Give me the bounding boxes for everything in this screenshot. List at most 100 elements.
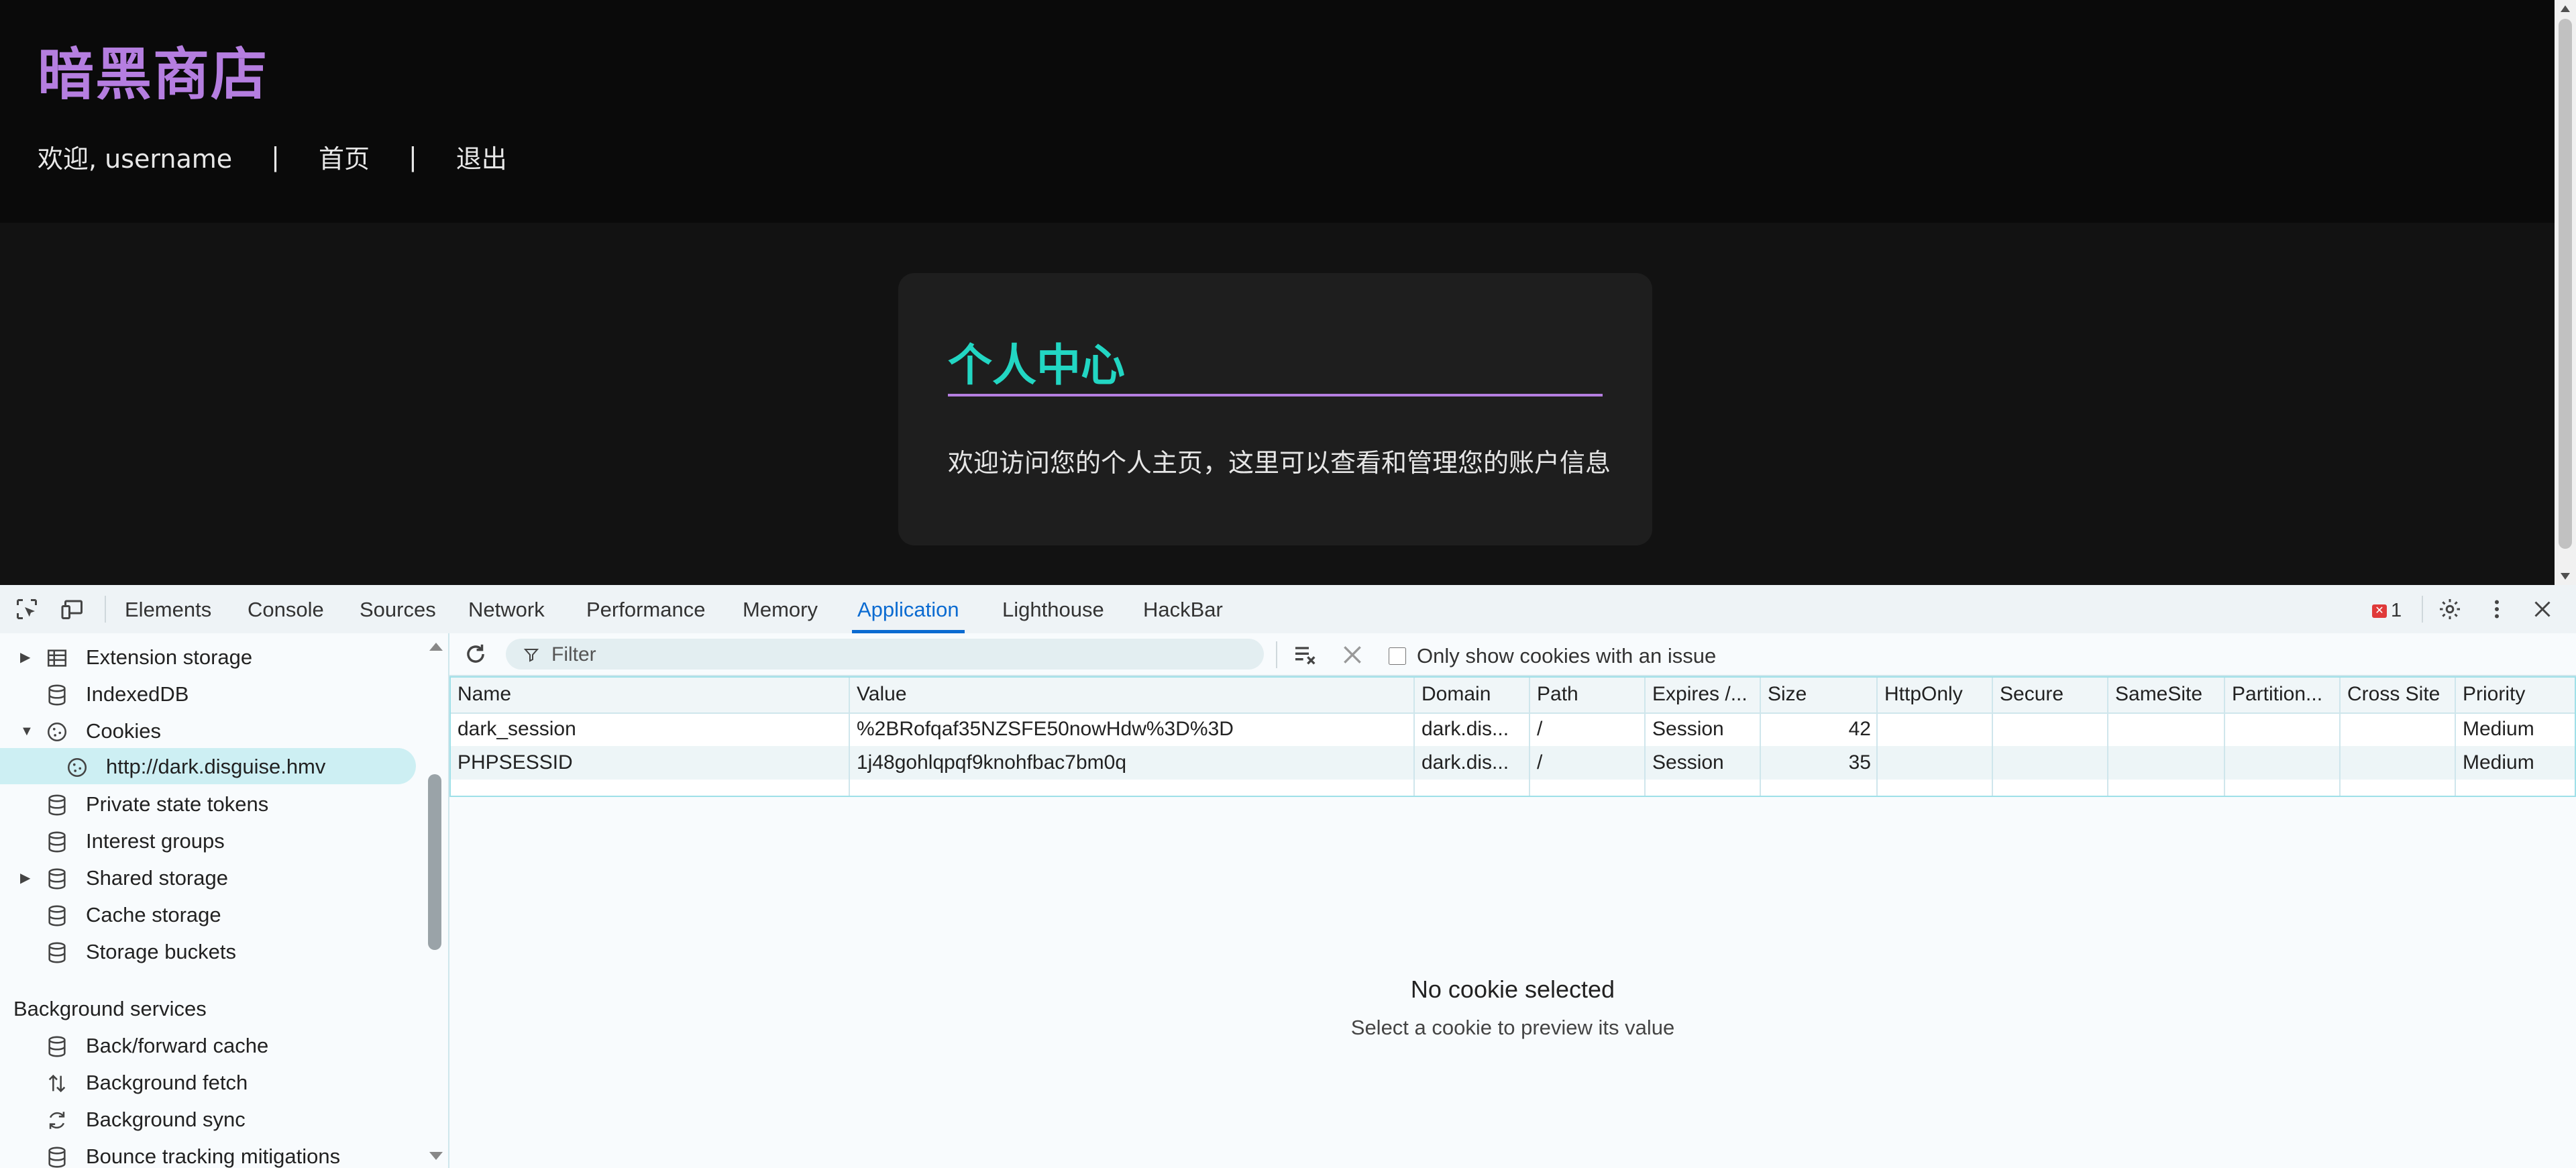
cell-partition[interactable]: [2225, 712, 2341, 746]
scrollbar-thumb[interactable]: [2559, 19, 2572, 549]
page-scrollbar[interactable]: [2555, 0, 2576, 585]
sidebar-item-bounce-tracking[interactable]: Bounce tracking mitigations: [48, 1139, 340, 1168]
cell-crosssite[interactable]: [2341, 712, 2456, 746]
cell-domain[interactable]: dark.dis...: [1415, 746, 1530, 780]
cell-samesite[interactable]: [2108, 746, 2225, 780]
column-header-name[interactable]: Name: [451, 678, 850, 711]
device-toolbar-icon[interactable]: [60, 597, 85, 621]
refresh-icon[interactable]: [463, 641, 488, 667]
sidebar-item-cookies[interactable]: ▼ Cookies: [20, 714, 161, 749]
column-header-httponly[interactable]: HttpOnly: [1878, 678, 1993, 711]
database-icon: [48, 942, 66, 963]
column-header-secure[interactable]: Secure: [1993, 678, 2108, 711]
site-title: 暗黑商店: [38, 42, 269, 107]
sidebar-item-background-sync[interactable]: Background sync: [49, 1102, 246, 1137]
close-devtools-icon[interactable]: [2530, 597, 2555, 621]
cell-name[interactable]: dark_session: [451, 712, 850, 746]
column-header-samesite[interactable]: SameSite: [2108, 678, 2225, 711]
column-header-path[interactable]: Path: [1530, 678, 1646, 711]
site-header: 暗黑商店 欢迎, username | 首页 | 退出: [0, 0, 2555, 223]
tab-hackbar[interactable]: HackBar: [1143, 585, 1223, 633]
sidebar-item-label: Back/forward cache: [86, 1034, 269, 1057]
cell-priority[interactable]: Medium: [2456, 746, 2572, 780]
column-header-partition[interactable]: Partition...: [2225, 678, 2341, 711]
column-header-expires[interactable]: Expires /...: [1646, 678, 1761, 711]
cell-httponly[interactable]: [1878, 712, 1993, 746]
cell-secure[interactable]: [1993, 712, 2108, 746]
sidebar-item-storage-buckets[interactable]: Storage buckets: [48, 935, 236, 969]
cell-httponly[interactable]: [1878, 746, 1993, 780]
tab-network[interactable]: Network: [468, 585, 545, 633]
sidebar-item-label: Background sync: [86, 1108, 246, 1131]
sidebar-item-private-state-tokens[interactable]: Private state tokens: [48, 787, 268, 822]
sidebar-item-interest-groups[interactable]: Interest groups: [48, 824, 225, 859]
scroll-up-arrow-icon[interactable]: [429, 643, 443, 651]
cell-path[interactable]: /: [1530, 746, 1646, 780]
column-header-priority[interactable]: Priority: [2456, 678, 2572, 711]
cell-value[interactable]: 1j48gohlqpqf9knohfbac7bm0q: [850, 746, 1415, 780]
column-header-domain[interactable]: Domain: [1415, 678, 1530, 711]
tab-application[interactable]: Application: [852, 585, 965, 633]
sidebar-item-cookie-origin[interactable]: http://dark.disguise.hmv: [67, 749, 325, 784]
cell-partition[interactable]: [2225, 746, 2341, 780]
clear-all-cookies-icon[interactable]: [1292, 641, 1319, 668]
cell-priority[interactable]: Medium: [2456, 712, 2572, 746]
column-header-crosssite[interactable]: Cross Site: [2341, 678, 2456, 711]
sidebar-scrollbar-thumb[interactable]: [428, 774, 441, 950]
cell-size[interactable]: 42: [1761, 712, 1878, 746]
only-issues-checkbox[interactable]: [1389, 647, 1406, 665]
scroll-up-arrow-icon[interactable]: [2561, 5, 2570, 12]
tab-lighthouse[interactable]: Lighthouse: [1002, 585, 1104, 633]
toolbar-separator: [1276, 641, 1277, 668]
cookies-toolbar: Only show cookies with an issue: [449, 633, 2576, 676]
cell-expires[interactable]: Session: [1646, 712, 1761, 746]
sidebar-item-shared-storage[interactable]: ▶ Shared storage: [20, 861, 228, 896]
cell-domain[interactable]: dark.dis...: [1415, 712, 1530, 746]
cell-crosssite[interactable]: [2341, 746, 2456, 780]
tab-performance[interactable]: Performance: [586, 585, 705, 633]
sidebar-item-extension-storage[interactable]: ▶ Extension storage: [20, 640, 252, 675]
welcome-text: 欢迎, username: [38, 144, 233, 174]
scroll-down-arrow-icon[interactable]: [2561, 573, 2570, 580]
sidebar-item-background-fetch[interactable]: Background fetch: [48, 1065, 248, 1100]
filter-box[interactable]: [506, 639, 1264, 670]
logout-link[interactable]: 退出: [456, 138, 507, 175]
database-icon: [48, 794, 66, 816]
more-options-icon[interactable]: [2485, 597, 2509, 621]
sidebar-item-indexeddb[interactable]: IndexedDB: [48, 677, 189, 712]
delete-selected-icon[interactable]: [1339, 641, 1366, 668]
updown-arrows-icon: [48, 1074, 66, 1093]
cell-name[interactable]: PHPSESSID: [451, 746, 850, 780]
sidebar-item-label: Background fetch: [86, 1071, 248, 1094]
sidebar-item-back-forward-cache[interactable]: Back/forward cache: [48, 1028, 269, 1063]
home-link[interactable]: 首页: [319, 138, 370, 175]
only-issues-checkbox-label[interactable]: Only show cookies with an issue: [1389, 644, 1716, 668]
cell-value[interactable]: %2BRofqaf35NZSFE50nowHdw%3D%3D: [850, 712, 1415, 746]
inspect-element-icon[interactable]: [15, 597, 39, 621]
cell-path[interactable]: /: [1530, 712, 1646, 746]
tab-memory[interactable]: Memory: [743, 585, 818, 633]
sidebar-scrollbar[interactable]: [427, 633, 443, 1168]
filter-input[interactable]: [550, 643, 1250, 667]
collapse-arrow-icon[interactable]: ▼: [20, 714, 34, 749]
tab-elements[interactable]: Elements: [125, 585, 211, 633]
empty-subtitle: Select a cookie to preview its value: [1350, 1016, 1675, 1039]
toolbar-separator: [105, 596, 106, 623]
settings-gear-icon[interactable]: [2438, 597, 2462, 621]
site-nav: 欢迎, username | 首页 | 退出: [38, 138, 507, 175]
error-count-badge[interactable]: ✕ 1: [2372, 600, 2402, 622]
tab-console[interactable]: Console: [248, 585, 324, 633]
expand-arrow-icon[interactable]: ▶: [20, 640, 30, 675]
cell-expires[interactable]: Session: [1646, 746, 1761, 780]
expand-arrow-icon[interactable]: ▶: [20, 861, 30, 896]
cell-size[interactable]: 35: [1761, 746, 1878, 780]
sidebar-item-cache-storage[interactable]: Cache storage: [48, 898, 221, 933]
cell-samesite[interactable]: [2108, 712, 2225, 746]
scroll-down-arrow-icon[interactable]: [429, 1152, 443, 1160]
cookie-icon: [47, 722, 67, 742]
cell-secure[interactable]: [1993, 746, 2108, 780]
column-header-size[interactable]: Size: [1761, 678, 1878, 711]
column-header-value[interactable]: Value: [850, 678, 1415, 711]
tab-sources[interactable]: Sources: [360, 585, 436, 633]
empty-title: No cookie selected: [1410, 975, 1615, 1003]
